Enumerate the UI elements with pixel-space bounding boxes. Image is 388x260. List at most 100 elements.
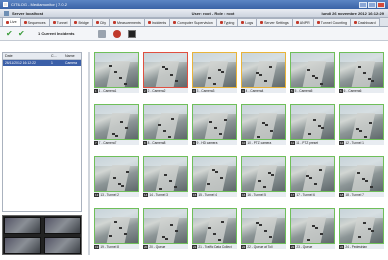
camera-video[interactable] [94, 52, 139, 88]
tab-sequences[interactable]: Sequences [19, 18, 50, 26]
camera-video[interactable] [94, 208, 139, 244]
monitor-icon[interactable] [128, 30, 136, 38]
camera-tile[interactable]: 16 16 - Tunnel 5 [241, 156, 286, 197]
column-c[interactable]: C... [49, 54, 63, 58]
tab-live[interactable]: Live [2, 17, 21, 26]
camera-tile[interactable]: 12 12 - Tunnel 1 [339, 104, 384, 145]
delete-icon[interactable] [98, 30, 106, 38]
alarm-icon[interactable] [113, 30, 121, 38]
tab-computer-supervision[interactable]: Computer Supervision [169, 18, 217, 26]
camera-label: 66 - Camera6 [339, 88, 384, 93]
camera-video[interactable] [192, 156, 237, 192]
camera-tile[interactable]: 33 - Camera3 [192, 52, 237, 93]
acknowledge-icon[interactable]: ✔ [6, 30, 14, 38]
tab-anpr[interactable]: ANPR [291, 18, 314, 26]
tab-tunnel-counting[interactable]: Tunnel Counting [312, 18, 351, 26]
tab-label: Tunnel [56, 20, 68, 25]
camera-tile[interactable]: 44 - Camera4 [241, 52, 286, 93]
panel-splitter[interactable] [88, 52, 90, 255]
server-name: Server localhost [12, 10, 44, 16]
camera-video[interactable] [192, 104, 237, 140]
camera-tile[interactable]: 55 - Camera5 [290, 52, 335, 93]
tab-logs[interactable]: Logs [237, 18, 258, 26]
camera-video[interactable] [339, 156, 384, 192]
camera-video[interactable] [192, 52, 237, 88]
camera-label: 77 - Camera7 [94, 140, 139, 145]
camera-video[interactable] [339, 104, 384, 140]
camera-video[interactable] [143, 104, 188, 140]
tab-label: Measurements [117, 20, 141, 25]
camera-tile[interactable]: 24 24 - Pedestrian [339, 208, 384, 249]
camera-number-badge: 4 [241, 88, 245, 93]
preview-thumbnail[interactable] [44, 237, 81, 254]
incident-date: 26/11/2012 16:12:22 [5, 61, 36, 65]
camera-video[interactable] [290, 208, 335, 244]
camera-tile[interactable]: 77 - Camera7 [94, 104, 139, 145]
maximize-button[interactable] [368, 1, 376, 8]
camera-name: 23 - Queue [296, 244, 313, 249]
camera-name: 12 - Tunnel 1 [345, 140, 364, 145]
camera-video[interactable] [241, 156, 286, 192]
column-date[interactable]: Date [3, 54, 49, 58]
camera-tile[interactable]: 22 22 - Queue at Toll [241, 208, 286, 249]
camera-video[interactable] [94, 104, 139, 140]
camera-video[interactable] [290, 52, 335, 88]
camera-video[interactable] [241, 52, 286, 88]
camera-name: 11 - PTZ preset [296, 140, 319, 145]
camera-tile[interactable]: 66 - Camera6 [339, 52, 384, 93]
camera-tile[interactable]: 11 - Camera1 [94, 52, 139, 93]
preview-thumbnail[interactable] [4, 237, 41, 254]
preview-thumbnail[interactable] [44, 217, 81, 234]
tab-measurements[interactable]: Measurements [109, 18, 145, 26]
camera-number-badge: 9 [192, 140, 196, 145]
camera-video[interactable] [290, 104, 335, 140]
camera-video[interactable] [143, 156, 188, 192]
incident-row[interactable]: 26/11/2012 16:12:22 1 Camera [3, 60, 81, 66]
minimize-button[interactable] [359, 1, 367, 8]
camera-video[interactable] [339, 208, 384, 244]
camera-label: 12 12 - Tunnel 1 [339, 140, 384, 145]
camera-tile[interactable]: 18 18 - Tunnel 7 [339, 156, 384, 197]
tab-typing[interactable]: Typing [215, 18, 239, 26]
tab-incidents[interactable]: Incidents [143, 18, 171, 26]
camera-tile[interactable]: 13 13 - Tunnel 2 [94, 156, 139, 197]
camera-tile[interactable]: 99 - HD camera [192, 104, 237, 145]
user-info: User: root - Role : root [191, 10, 235, 16]
camera-tile[interactable]: 15 15 - Tunnel 4 [192, 156, 237, 197]
camera-tile[interactable]: 17 17 - Tunnel 6 [290, 156, 335, 197]
camera-tile[interactable]: 19 19 - Tunnel 8 [94, 208, 139, 249]
camera-tile[interactable]: 14 14 - Tunnel 3 [143, 156, 188, 197]
camera-tile[interactable]: 20 20 - Queue [143, 208, 188, 249]
camera-video[interactable] [192, 208, 237, 244]
camera-name: 3 - Camera3 [196, 88, 215, 93]
camera-tile[interactable]: 22 - Camera2 [143, 52, 188, 93]
camera-video[interactable] [94, 156, 139, 192]
camera-tile[interactable]: 10 10 - PTZ camera [241, 104, 286, 145]
tab-icon [6, 20, 9, 24]
camera-tile[interactable]: 21 21 - Traffic Data Collect [192, 208, 237, 249]
tab-label: ANPR [299, 20, 310, 25]
column-name[interactable]: Name [63, 54, 81, 58]
close-button[interactable] [377, 1, 385, 8]
tab-city[interactable]: City [91, 18, 111, 26]
camera-video[interactable] [143, 52, 188, 88]
camera-video[interactable] [290, 156, 335, 192]
tab-server-settings[interactable]: Server Settings [256, 18, 293, 26]
tab-icon [23, 21, 27, 24]
tab-label: Logs [245, 20, 254, 25]
camera-number-badge: 8 [143, 140, 147, 145]
tab-tunnel[interactable]: Tunnel [48, 18, 72, 26]
camera-video[interactable] [241, 208, 286, 244]
camera-tile[interactable]: 11 11 - PTZ preset [290, 104, 335, 145]
camera-tile[interactable]: 23 23 - Queue [290, 208, 335, 249]
camera-video[interactable] [143, 208, 188, 244]
camera-number-badge: 3 [192, 88, 196, 93]
camera-video[interactable] [241, 104, 286, 140]
tab-dashboard[interactable]: Dashboard [349, 18, 380, 26]
camera-tile[interactable]: 88 - Camera8 [143, 104, 188, 145]
camera-name: 13 - Tunnel 2 [100, 192, 119, 197]
camera-video[interactable] [339, 52, 384, 88]
tab-bridge[interactable]: Bridge [70, 18, 93, 26]
acknowledge-all-icon[interactable]: ✔ [18, 30, 26, 38]
preview-thumbnail[interactable] [4, 217, 41, 234]
